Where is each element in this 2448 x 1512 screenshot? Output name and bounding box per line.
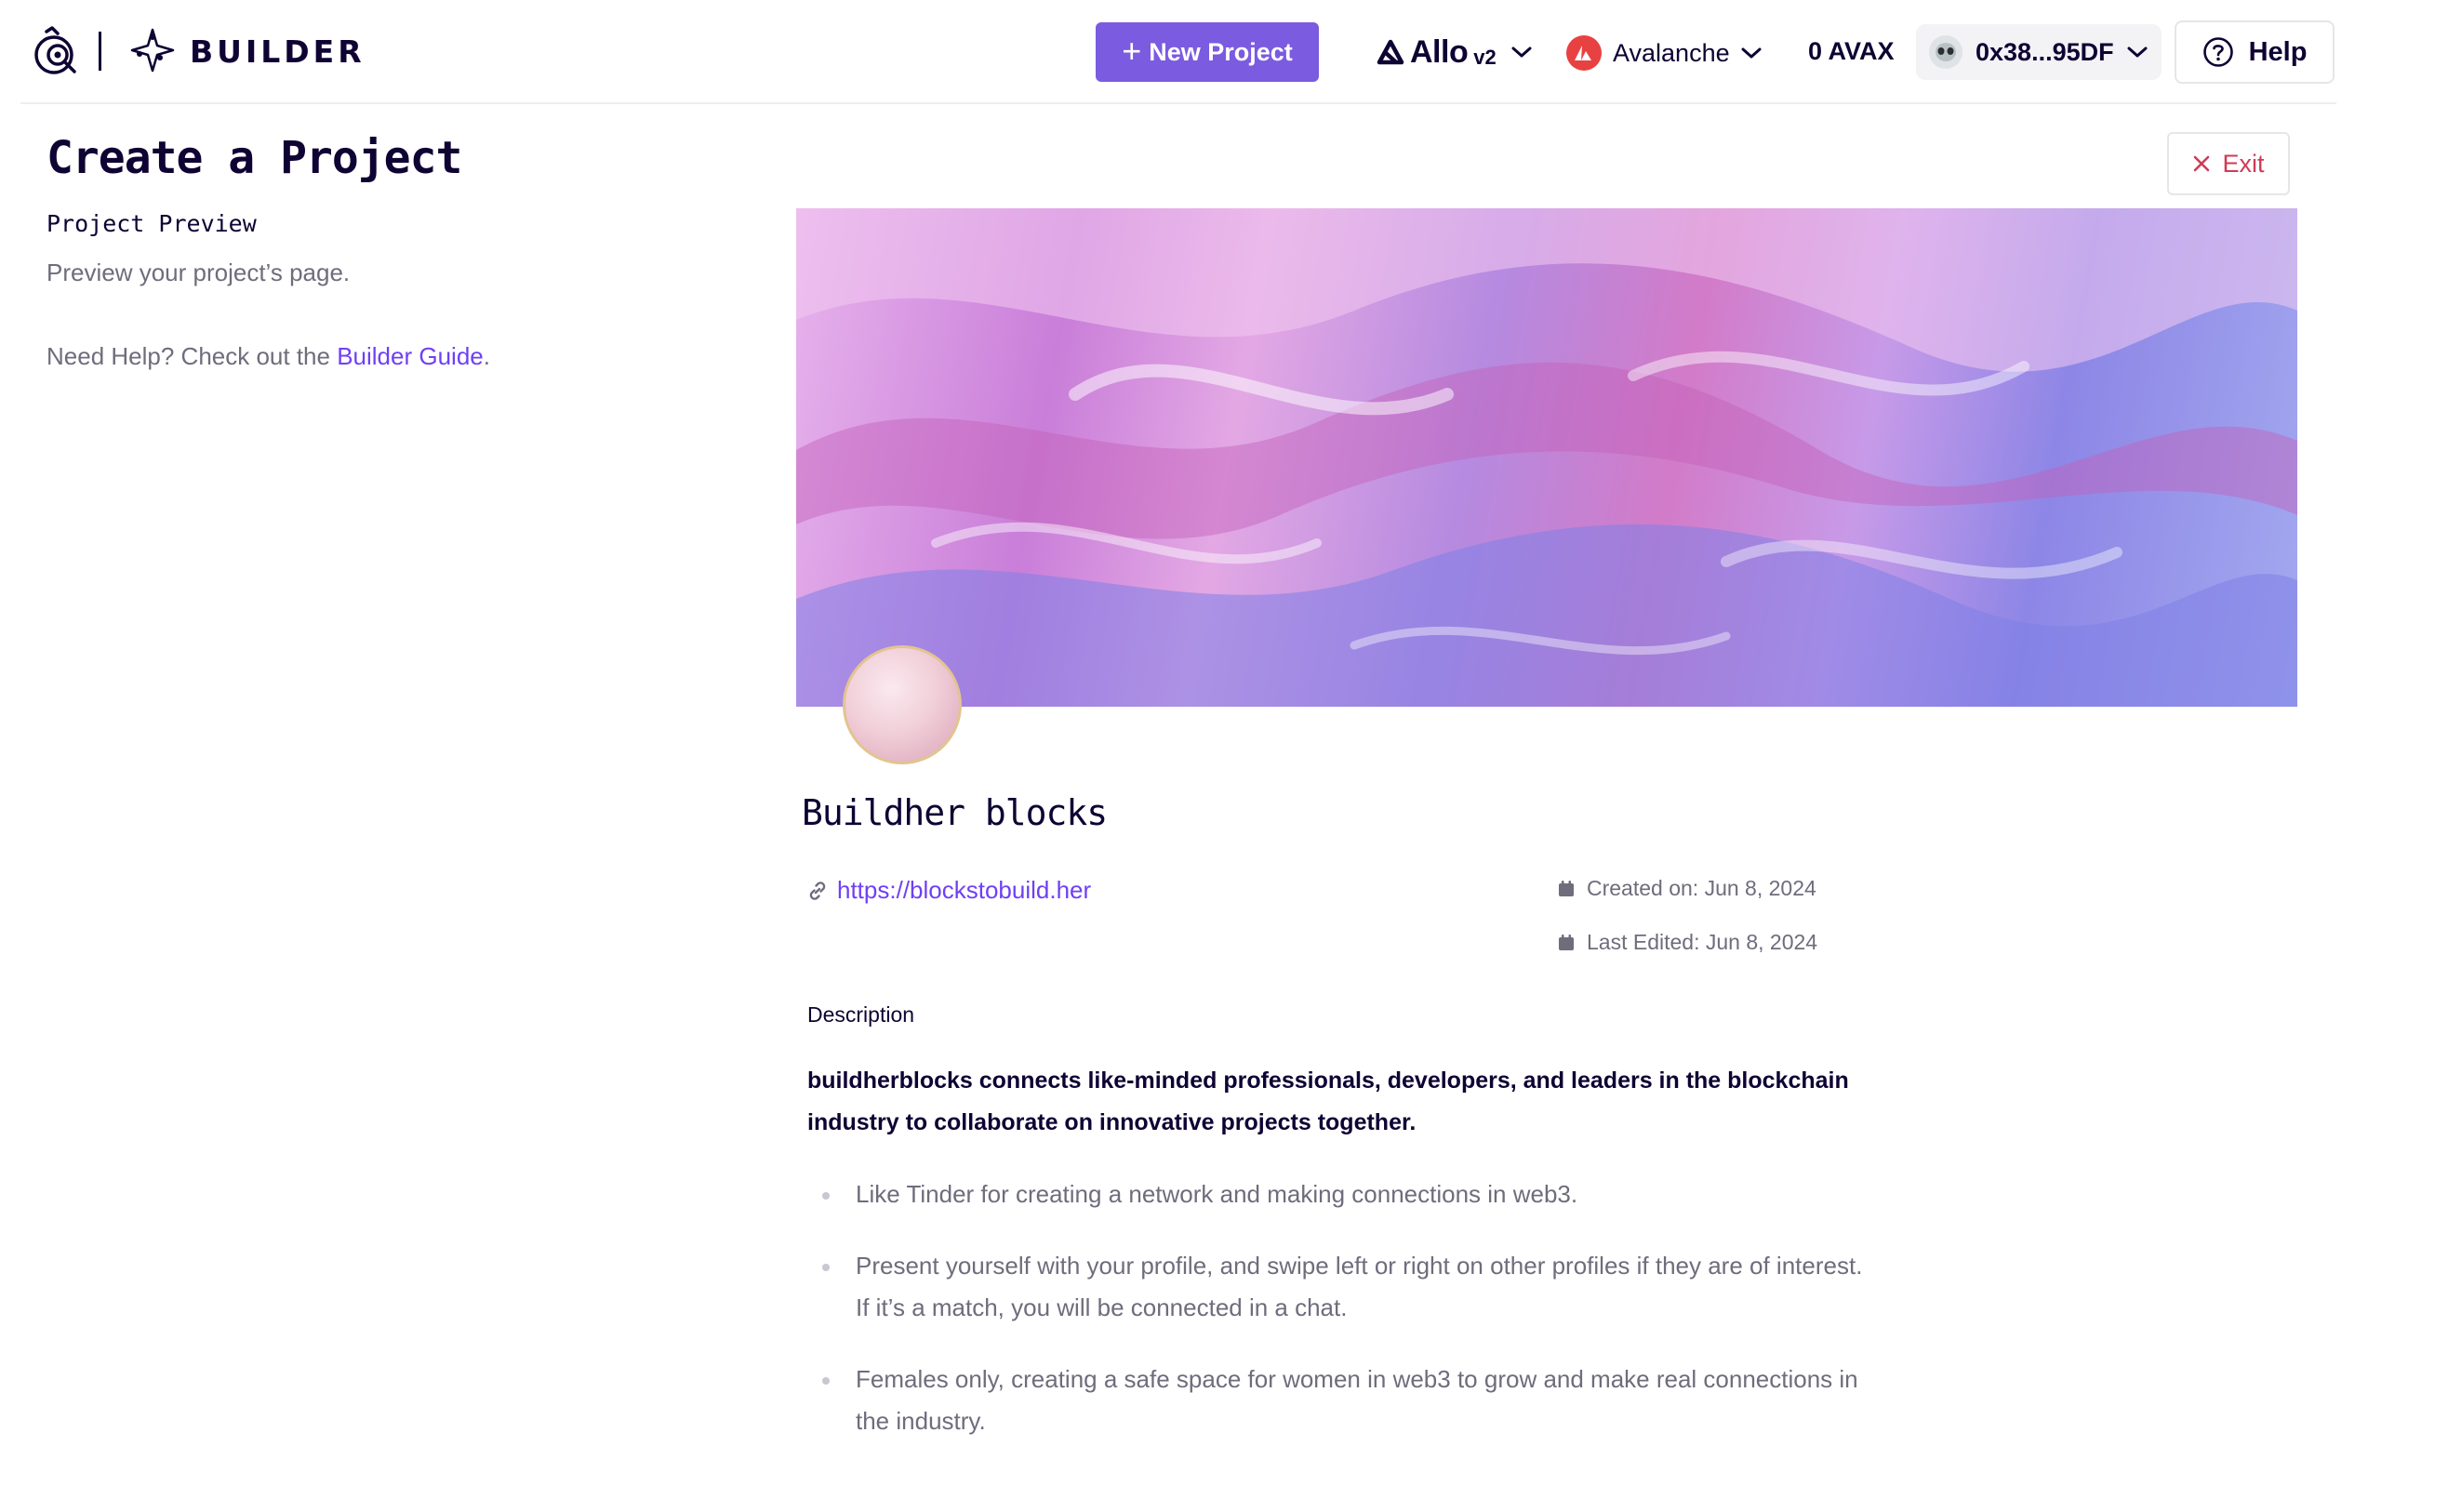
link-icon (809, 881, 826, 900)
project-website-link[interactable]: https://blockstobuild.her (805, 876, 1091, 905)
last-edited-text: Last Edited: Jun 8, 2024 (1587, 930, 1818, 954)
new-project-button[interactable]: + New Project (1096, 22, 1319, 82)
project-logo-avatar (843, 645, 962, 764)
wallet-balance: 0 AVAX (1808, 37, 1895, 65)
help-circle-icon (2202, 37, 2233, 67)
network-selector[interactable]: Avalanche (1566, 32, 1762, 74)
calendar-icon (1559, 934, 1574, 950)
builder-guide-link[interactable]: Builder Guide (337, 342, 484, 370)
calendar-icon (1559, 880, 1574, 896)
project-name: Buildher blocks (802, 792, 1108, 833)
page-title: Create a Project (47, 132, 462, 184)
description-lead: buildherblocks connects like-minded prof… (807, 1068, 1849, 1135)
allo-logo-icon (1377, 39, 1404, 65)
list-item-text: Present yourself with your profile, and … (856, 1252, 1863, 1321)
chevron-down-icon (2127, 46, 2148, 58)
help-suffix: . (483, 342, 490, 370)
created-on-text: Created on: Jun 8, 2024 (1587, 876, 1816, 900)
gitcoin-logo-icon[interactable] (33, 26, 78, 76)
exit-label: Exit (2222, 149, 2265, 178)
list-item: Present yourself with your profile, and … (822, 1245, 1873, 1329)
allo-name: Allo (1410, 33, 1469, 70)
section-title: Project Preview (47, 210, 257, 237)
builder-guide-help: Need Help? Check out the Builder Guide. (47, 342, 490, 371)
bullet-dot (822, 1192, 830, 1200)
created-on: Created on: Jun 8, 2024 (1557, 876, 1816, 901)
description-bullets: Like Tinder for creating a network and m… (822, 1174, 1873, 1472)
list-item-text: Like Tinder for creating a network and m… (856, 1180, 1578, 1208)
exit-button[interactable]: Exit (2167, 132, 2290, 195)
wallet-avatar-icon (1929, 35, 1962, 69)
brand-name: BUILDER (190, 33, 366, 70)
chevron-down-icon (1511, 46, 1532, 58)
allo-version-selector[interactable]: Allo v2 (1377, 28, 1532, 76)
top-nav: BUILDER + New Project Allo v2 Avalanche … (20, 0, 2336, 104)
help-button[interactable]: Help (2175, 20, 2335, 84)
logo-divider (99, 32, 101, 71)
wallet-address: 0x38...95DF (1976, 37, 2114, 66)
close-icon (2194, 155, 2210, 172)
new-project-label: New Project (1149, 37, 1293, 66)
allo-version: v2 (1473, 46, 1497, 69)
avalanche-icon (1566, 35, 1602, 71)
project-website-url: https://blockstobuild.her (837, 876, 1092, 904)
chevron-down-icon (1741, 47, 1762, 59)
page: BUILDER + New Project Allo v2 Avalanche … (0, 0, 2448, 1512)
bullet-dot (822, 1264, 830, 1271)
bullet-dot (822, 1377, 830, 1385)
list-item: Like Tinder for creating a network and m… (822, 1174, 1873, 1215)
network-name: Avalanche (1613, 38, 1730, 67)
help-label: Help (2248, 36, 2308, 67)
builder-logo-icon[interactable] (128, 26, 177, 74)
wallet-selector[interactable]: 0x38...95DF (1916, 24, 2162, 80)
list-item-text: Females only, creating a safe space for … (856, 1365, 1858, 1435)
description-label: Description (807, 1002, 915, 1027)
section-subtitle: Preview your project’s page. (47, 259, 351, 286)
project-banner-image (796, 208, 2297, 707)
plus-icon: + (1122, 32, 1142, 70)
last-edited: Last Edited: Jun 8, 2024 (1557, 930, 1817, 955)
help-prefix: Need Help? Check out the (47, 342, 338, 370)
list-item: Females only, creating a safe space for … (822, 1359, 1873, 1442)
